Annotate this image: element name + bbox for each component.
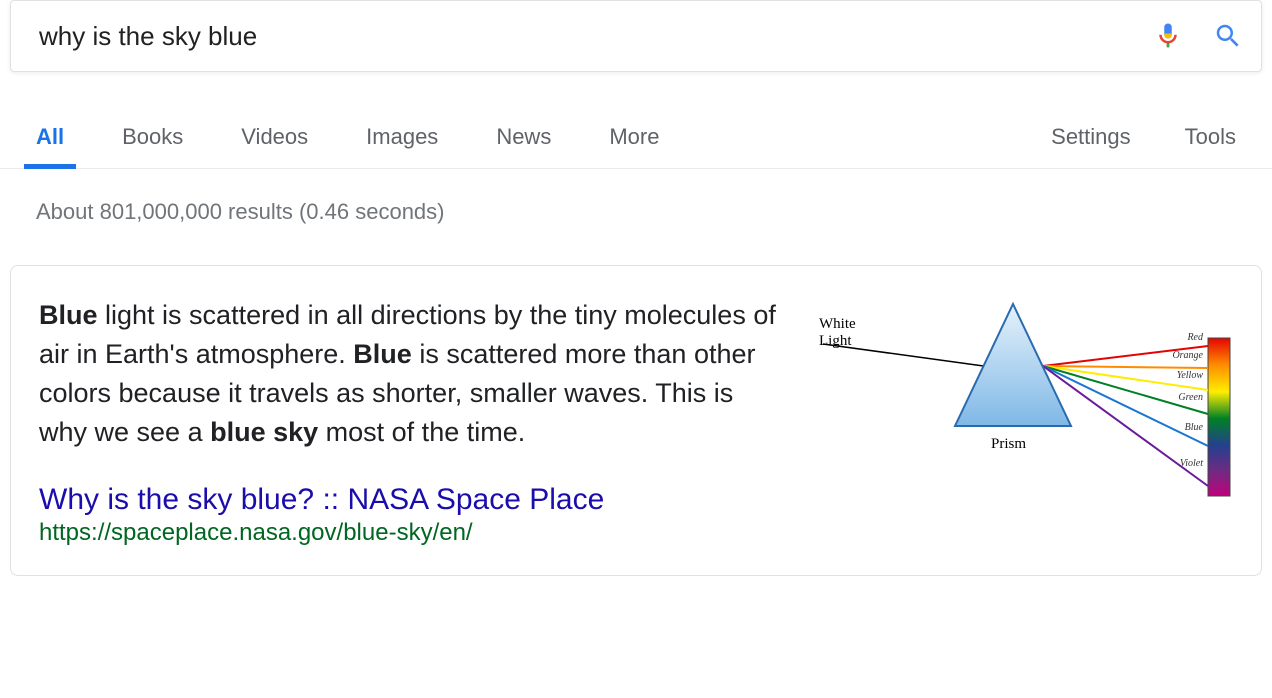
- search-box: [10, 0, 1262, 72]
- tab-all[interactable]: All: [36, 110, 64, 168]
- label-red: Red: [1187, 332, 1203, 343]
- tools-link[interactable]: Tools: [1185, 110, 1236, 168]
- label-violet: Violet: [1180, 458, 1203, 469]
- tab-books[interactable]: Books: [122, 110, 183, 168]
- prism-diagram: White Light Prism Red Orange Yellow Gree…: [813, 296, 1233, 547]
- label-white-light: White Light: [819, 316, 856, 349]
- search-icon[interactable]: [1213, 21, 1243, 51]
- tab-videos[interactable]: Videos: [241, 110, 308, 168]
- voice-search-icon[interactable]: [1153, 21, 1183, 51]
- featured-snippet-card: Blue light is scattered in all direction…: [10, 265, 1262, 576]
- snippet-bold: Blue: [353, 339, 412, 369]
- result-stats: About 801,000,000 results (0.46 seconds): [0, 169, 1272, 225]
- label-blue: Blue: [1185, 422, 1203, 433]
- tabs-bar: All Books Videos Images News More Settin…: [0, 110, 1272, 169]
- snippet-bold: blue sky: [210, 417, 318, 447]
- tab-images[interactable]: Images: [366, 110, 438, 168]
- label-prism: Prism: [991, 436, 1026, 453]
- result-url: https://spaceplace.nasa.gov/blue-sky/en/: [39, 519, 783, 547]
- snippet-bold: Blue: [39, 300, 98, 330]
- tab-news[interactable]: News: [496, 110, 551, 168]
- snippet-span: most of the time.: [318, 417, 525, 447]
- snippet-text: Blue light is scattered in all direction…: [39, 296, 783, 453]
- search-input[interactable]: [39, 21, 1153, 52]
- tab-more[interactable]: More: [609, 110, 659, 168]
- label-yellow: Yellow: [1177, 370, 1203, 381]
- label-green: Green: [1178, 392, 1203, 403]
- label-orange: Orange: [1172, 350, 1203, 361]
- settings-link[interactable]: Settings: [1051, 110, 1131, 168]
- result-title-link[interactable]: Why is the sky blue? :: NASA Space Place: [39, 483, 783, 517]
